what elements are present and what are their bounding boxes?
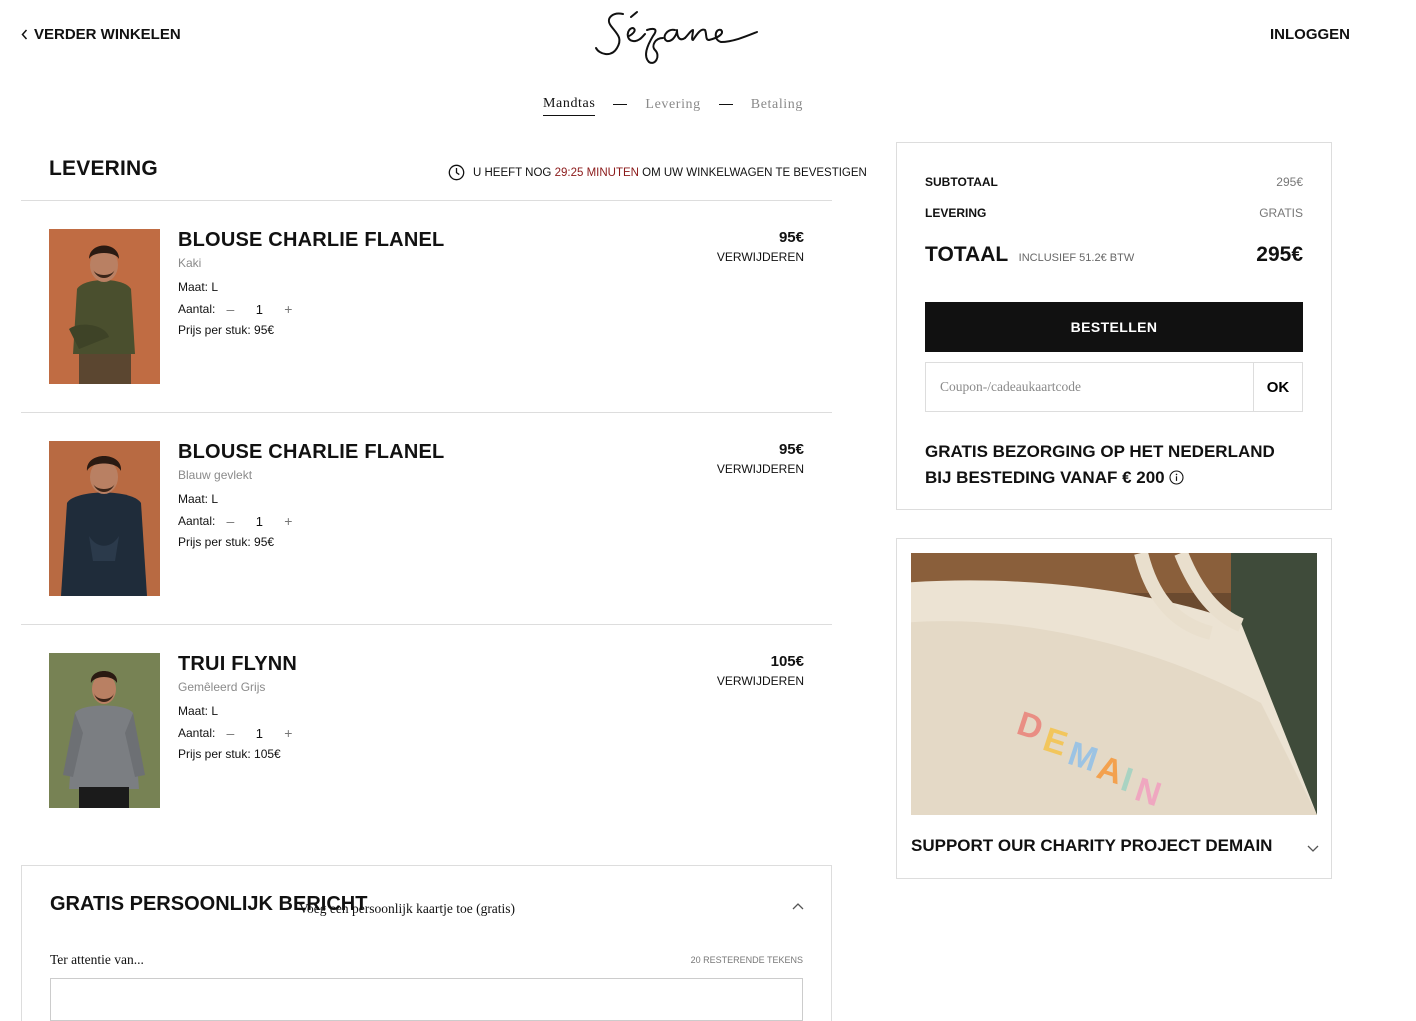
vat-note: INCLUSIEF 51.2€ BTW — [1018, 252, 1135, 264]
total-row: TOTAAL INCLUSIEF 51.2€ BTW 295€ — [925, 243, 1303, 267]
chevron-down-icon[interactable] — [1307, 845, 1319, 853]
quantity-label: Aantal: — [178, 726, 216, 740]
divider — [21, 624, 832, 625]
recipient-field[interactable] — [50, 978, 803, 1021]
step-separator — [613, 103, 628, 105]
quantity-decrease-button[interactable]: – — [221, 301, 239, 317]
remove-item-button[interactable]: VERWIJDEREN — [717, 674, 804, 688]
item-price: 95€ — [778, 441, 804, 458]
product-size: Maat: L — [178, 704, 219, 718]
product-image[interactable] — [49, 441, 160, 596]
quantity-stepper: Aantal: – 1 + — [178, 725, 297, 741]
divider — [21, 200, 832, 201]
cart-item: TRUI FLYNN Gemêleerd Grijs Maat: L Aanta… — [49, 653, 804, 809]
quantity-decrease-button[interactable]: – — [221, 513, 239, 529]
step-separator — [718, 103, 733, 105]
product-size: Maat: L — [178, 492, 219, 506]
divider — [21, 412, 832, 413]
cart-item: BLOUSE CHARLIE FLANEL Blauw gevlekt Maat… — [49, 441, 804, 597]
coupon-form: OK — [925, 362, 1303, 412]
subtotal-label: SUBTOTAAL — [925, 175, 998, 189]
quantity-value: 1 — [255, 725, 263, 741]
subtotal-row: SUBTOTAAL 295€ — [925, 175, 1303, 189]
delivery-value: GRATIS — [1259, 206, 1303, 220]
remaining-characters: 20 RESTERENDE TEKENS — [690, 955, 803, 965]
item-price: 95€ — [778, 229, 804, 246]
product-variant: Gemêleerd Grijs — [178, 680, 266, 694]
cart-timer: U HEEFT NOG 29:25 MINUTEN OM UW WINKELWA… — [448, 164, 867, 181]
cart-item: BLOUSE CHARLIE FLANEL Kaki Maat: L Aanta… — [49, 229, 804, 385]
step-delivery[interactable]: Levering — [645, 97, 700, 116]
step-cart[interactable]: Mandtas — [543, 96, 596, 116]
charity-title[interactable]: SUPPORT OUR CHARITY PROJECT DEMAIN — [911, 836, 1272, 856]
quantity-increase-button[interactable]: + — [279, 725, 297, 741]
unit-price: Prijs per stuk: 95€ — [178, 323, 275, 337]
product-image[interactable] — [49, 653, 160, 808]
quantity-increase-button[interactable]: + — [279, 513, 297, 529]
product-name[interactable]: BLOUSE CHARLIE FLANEL — [178, 229, 444, 252]
order-button[interactable]: BESTELLEN — [925, 302, 1303, 352]
free-shipping-notice: GRATIS BEZORGING OP HET NEDERLAND BIJ BE… — [925, 439, 1285, 491]
clock-icon — [448, 164, 465, 181]
unit-price: Prijs per stuk: 95€ — [178, 535, 275, 549]
product-name[interactable]: BLOUSE CHARLIE FLANEL — [178, 441, 444, 464]
timer-suffix: OM UW WINKELWAGEN TE BEVESTIGEN — [642, 166, 867, 179]
quantity-stepper: Aantal: – 1 + — [178, 513, 297, 529]
chevron-left-icon — [21, 29, 28, 40]
quantity-label: Aantal: — [178, 302, 216, 316]
quantity-value: 1 — [255, 513, 263, 529]
continue-shopping-link[interactable]: VERDER WINKELEN — [21, 26, 181, 43]
delivery-row: LEVERING GRATIS — [925, 206, 1303, 220]
recipient-label: Ter attentie van... — [50, 952, 144, 967]
coupon-input[interactable] — [926, 363, 1253, 411]
free-shipping-text: GRATIS BEZORGING OP HET NEDERLAND BIJ BE… — [925, 442, 1275, 487]
checkout-steps: Mandtas Levering Betaling — [543, 96, 803, 116]
charity-panel: D E M A I N SUPPORT OUR CHARITY PROJECT … — [896, 538, 1332, 879]
total-label: TOTAAL — [925, 243, 1009, 266]
chevron-up-icon[interactable] — [792, 902, 804, 910]
quantity-stepper: Aantal: – 1 + — [178, 301, 297, 317]
personal-message-subtitle: Voeg een persoonlijk kaartje toe (gratis… — [299, 901, 516, 916]
quantity-decrease-button[interactable]: – — [221, 725, 239, 741]
sezane-logo[interactable] — [593, 8, 761, 66]
timer-prefix: U HEEFT NOG — [473, 166, 552, 179]
product-variant: Kaki — [178, 256, 202, 270]
timer-time: 29:25 MINUTEN — [554, 166, 639, 179]
order-summary: SUBTOTAAL 295€ LEVERING GRATIS TOTAAL IN… — [896, 142, 1332, 510]
item-price: 105€ — [770, 653, 804, 670]
cart-section-title: LEVERING — [49, 157, 158, 180]
info-icon[interactable] — [1169, 470, 1184, 485]
product-size: Maat: L — [178, 280, 219, 294]
subtotal-value: 295€ — [1276, 175, 1303, 189]
login-link[interactable]: INLOGGEN — [1270, 26, 1350, 43]
quantity-increase-button[interactable]: + — [279, 301, 297, 317]
step-payment[interactable]: Betaling — [751, 97, 803, 116]
total-value: 295€ — [1256, 243, 1303, 266]
unit-price: Prijs per stuk: 105€ — [178, 747, 281, 761]
quantity-label: Aantal: — [178, 514, 216, 528]
tote-bag-image[interactable]: D E M A I N — [911, 553, 1317, 815]
product-image[interactable] — [49, 229, 160, 384]
quantity-value: 1 — [255, 301, 263, 317]
delivery-label: LEVERING — [925, 206, 987, 220]
remove-item-button[interactable]: VERWIJDEREN — [717, 462, 804, 476]
product-variant: Blauw gevlekt — [178, 468, 253, 482]
coupon-ok-button[interactable]: OK — [1253, 363, 1302, 411]
personal-message-panel: GRATIS PERSOONLIJK BERICHT Voeg een pers… — [21, 865, 832, 1021]
remove-item-button[interactable]: VERWIJDEREN — [717, 250, 804, 264]
product-name[interactable]: TRUI FLYNN — [178, 653, 297, 676]
continue-shopping-label: VERDER WINKELEN — [34, 26, 181, 43]
